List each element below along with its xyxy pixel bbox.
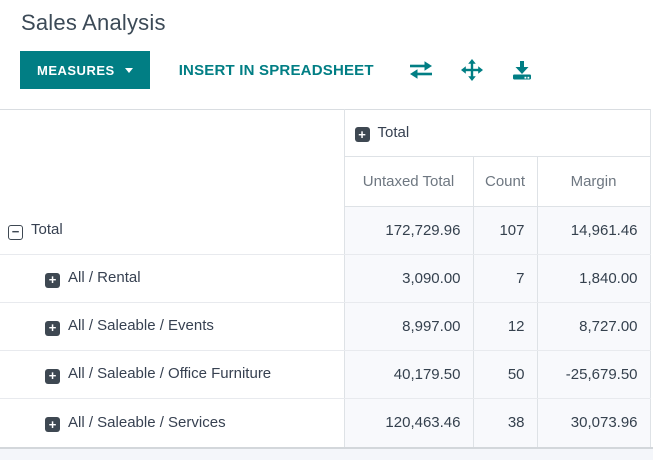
column-group-header-total[interactable]: Total bbox=[343, 109, 651, 157]
row-header-all-rental[interactable]: All / Rental bbox=[0, 254, 345, 303]
value-cell: 38 bbox=[472, 398, 538, 447]
table-row: All / Saleable / Services 120,463.46 38 … bbox=[0, 398, 651, 447]
expand-row-icon[interactable] bbox=[45, 320, 60, 336]
value-cell: 8,997.00 bbox=[343, 302, 474, 351]
measure-header-untaxed-total[interactable]: Untaxed Total bbox=[343, 156, 474, 207]
row-label: All / Saleable / Office Furniture bbox=[68, 365, 272, 383]
control-panel: MEASURES INSERT IN SPREADSHEET bbox=[20, 51, 653, 89]
measure-header-count[interactable]: Count bbox=[472, 156, 538, 207]
insert-in-spreadsheet-button[interactable]: INSERT IN SPREADSHEET bbox=[179, 62, 374, 79]
pivot-corner-cell bbox=[0, 109, 345, 207]
table-row: All / Saleable / Events 8,997.00 12 8,72… bbox=[0, 302, 651, 351]
table-row: All / Saleable / Office Furniture 40,179… bbox=[0, 350, 651, 399]
expand-row-icon[interactable] bbox=[45, 417, 60, 432]
value-cell: 1,840.00 bbox=[536, 254, 651, 303]
table-row: Total 172,729.96 107 14,961.46 bbox=[0, 206, 651, 255]
download-icon[interactable] bbox=[509, 58, 535, 82]
value-cell: 8,727.00 bbox=[536, 302, 651, 351]
value-cell: -25,679.50 bbox=[536, 350, 651, 399]
pivot-table-container: Total Untaxed Total Count Margin Total 1… bbox=[0, 109, 653, 460]
pivot-table: Total Untaxed Total Count Margin Total 1… bbox=[0, 109, 651, 447]
flip-axis-icon[interactable] bbox=[407, 58, 435, 82]
expand-all-icon[interactable] bbox=[459, 57, 485, 83]
row-label: Total bbox=[31, 220, 63, 238]
value-cell: 172,729.96 bbox=[343, 206, 474, 255]
page-title: Sales Analysis bbox=[21, 10, 166, 35]
measure-header-margin[interactable]: Margin bbox=[536, 156, 651, 207]
measures-button-label: MEASURES bbox=[37, 62, 115, 78]
expand-row-icon[interactable] bbox=[45, 368, 60, 384]
value-cell: 50 bbox=[472, 350, 538, 399]
table-row: All / Rental 3,090.00 7 1,840.00 bbox=[0, 254, 651, 303]
expand-row-icon[interactable] bbox=[45, 272, 60, 288]
value-cell: 30,073.96 bbox=[536, 398, 651, 447]
row-header-all-saleable-events[interactable]: All / Saleable / Events bbox=[0, 302, 345, 351]
value-cell: 40,179.50 bbox=[343, 350, 474, 399]
collapse-row-icon[interactable] bbox=[8, 224, 23, 240]
column-group-label: Total bbox=[377, 123, 410, 141]
expand-column-icon[interactable] bbox=[354, 127, 370, 143]
row-label: All / Rental bbox=[68, 269, 141, 287]
value-cell: 7 bbox=[472, 254, 538, 303]
value-cell: 120,463.46 bbox=[343, 398, 474, 447]
value-cell: 12 bbox=[472, 302, 538, 351]
table-bottom-strip bbox=[0, 446, 653, 460]
row-header-total[interactable]: Total bbox=[0, 206, 345, 255]
chevron-down-icon bbox=[124, 67, 133, 73]
value-cell: 3,090.00 bbox=[343, 254, 474, 303]
row-header-all-saleable-office-furniture[interactable]: All / Saleable / Office Furniture bbox=[0, 350, 345, 399]
value-cell: 107 bbox=[472, 206, 538, 255]
row-label: All / Saleable / Events bbox=[68, 317, 214, 335]
row-header-all-saleable-services[interactable]: All / Saleable / Services bbox=[0, 398, 345, 447]
row-label: All / Saleable / Services bbox=[68, 413, 226, 431]
value-cell: 14,961.46 bbox=[536, 206, 651, 255]
measures-button[interactable]: MEASURES bbox=[20, 51, 150, 89]
